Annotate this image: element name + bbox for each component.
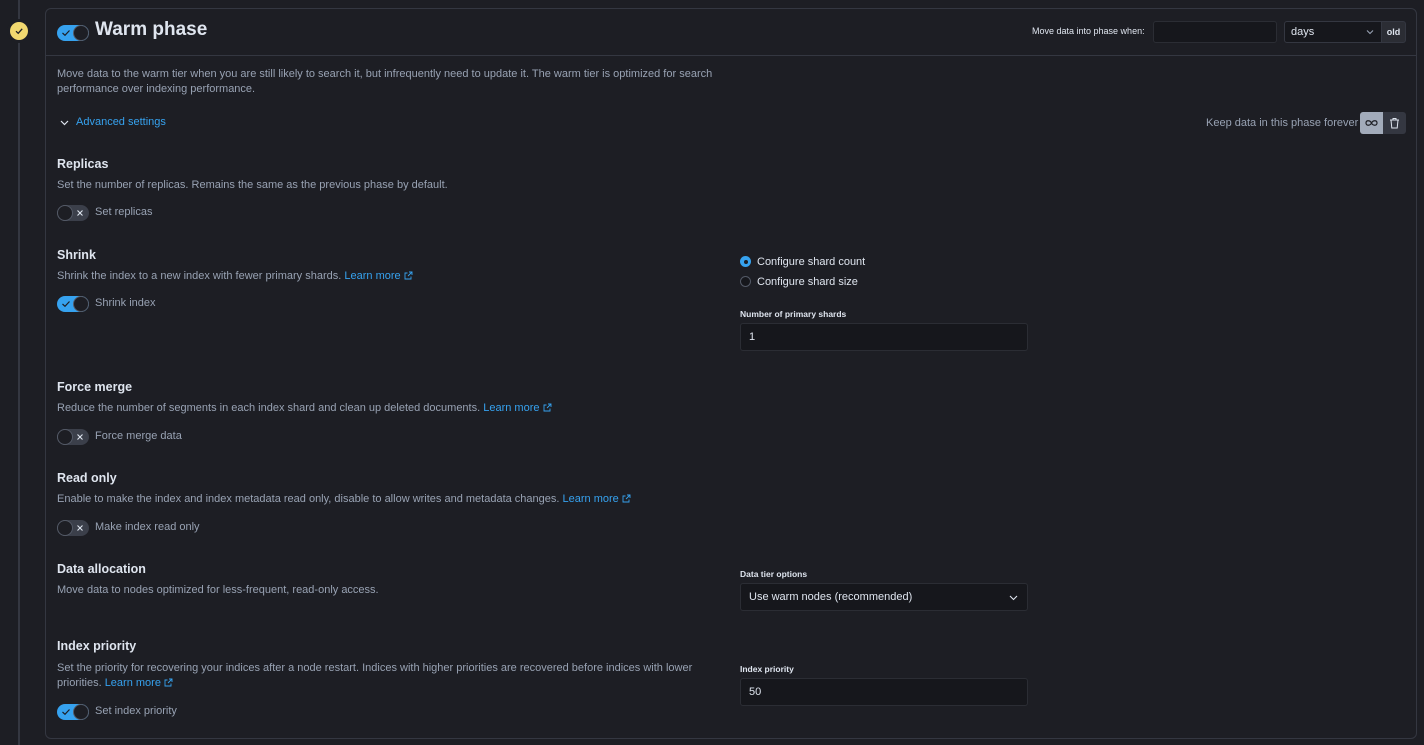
learn-more-text: Learn more: [104, 677, 161, 689]
move-data-label: Move data into phase when:: [1032, 26, 1145, 36]
learn-more-text: Learn more: [562, 493, 619, 505]
data-allocation-heading: Data allocation: [57, 562, 146, 576]
learn-more-text: Learn more: [483, 402, 540, 414]
shrink-switch-label: Shrink index: [95, 297, 156, 309]
data-allocation-description: Move data to nodes optimized for less-fr…: [57, 584, 379, 596]
delete-data-button[interactable]: [1383, 112, 1406, 134]
force-merge-description: Reduce the number of segments in each in…: [57, 402, 481, 414]
external-link-icon: [622, 494, 631, 503]
force-merge-learn-more-link[interactable]: Learn more: [483, 402, 551, 414]
check-icon: [15, 28, 23, 35]
index-priority-switch-label: Set index priority: [95, 705, 177, 717]
read-only-learn-more-link[interactable]: Learn more: [563, 493, 631, 505]
index-priority-label: Index priority: [740, 664, 794, 674]
shard-count-radio[interactable]: [740, 256, 751, 267]
close-icon: [77, 434, 83, 440]
index-priority-description-end: priorities.: [57, 677, 102, 689]
advanced-settings-toggle[interactable]: Advanced settings: [59, 116, 166, 128]
advanced-settings-label: Advanced settings: [76, 116, 166, 128]
replicas-switch[interactable]: [57, 205, 89, 221]
read-only-switch[interactable]: [57, 520, 89, 536]
shrink-learn-more-link[interactable]: Learn more: [344, 270, 413, 282]
data-tier-select[interactable]: Use warm nodes (recommended): [740, 583, 1028, 611]
age-unit-value: days: [1291, 26, 1315, 38]
force-merge-switch[interactable]: [57, 429, 89, 445]
chevron-down-icon: [60, 120, 69, 125]
force-merge-description-line: Reduce the number of segments in each in…: [57, 401, 552, 416]
replicas-switch-label: Set replicas: [95, 206, 153, 218]
primary-shards-input[interactable]: [740, 323, 1028, 351]
index-priority-switch[interactable]: [57, 704, 89, 720]
read-only-description-line: Enable to make the index and index metad…: [57, 492, 631, 507]
chevron-down-icon: [1009, 595, 1018, 601]
close-icon: [77, 210, 83, 216]
force-merge-switch-label: Force merge data: [95, 430, 182, 442]
index-priority-learn-more-link[interactable]: Learn more: [105, 677, 173, 689]
check-icon: [62, 30, 70, 37]
read-only-heading: Read only: [57, 471, 117, 485]
index-priority-input[interactable]: [740, 678, 1028, 706]
age-unit-select[interactable]: days: [1284, 21, 1382, 43]
replicas-description: Set the number of replicas. Remains the …: [57, 179, 448, 191]
index-priority-description: Set the priority for recovering your ind…: [57, 662, 693, 674]
infinity-icon: [1365, 120, 1378, 126]
shrink-description-line: Shrink the index to a new index with few…: [57, 269, 413, 284]
data-tier-value: Use warm nodes (recommended): [749, 591, 913, 603]
keep-forever-button-group: [1360, 112, 1406, 134]
force-merge-heading: Force merge: [57, 380, 133, 394]
phase-enable-switch[interactable]: [57, 25, 89, 41]
primary-shards-label: Number of primary shards: [740, 309, 847, 319]
replicas-heading: Replicas: [57, 157, 109, 171]
phase-status-badge: [10, 22, 28, 40]
close-icon: [77, 525, 83, 531]
warm-phase-panel: Warm phase Move data into phase when: da…: [45, 8, 1417, 739]
index-priority-description-block: Set the priority for recovering your ind…: [57, 661, 707, 691]
external-link-icon: [164, 678, 173, 687]
keep-forever-button[interactable]: [1360, 112, 1383, 134]
check-icon: [62, 709, 70, 716]
timeline-line: [18, 0, 20, 745]
read-only-description: Enable to make the index and index metad…: [57, 493, 560, 505]
shard-count-radio-label: Configure shard count: [757, 256, 866, 268]
shrink-switch[interactable]: [57, 296, 89, 312]
data-tier-label: Data tier options: [740, 569, 808, 579]
phase-age-input[interactable]: [1153, 21, 1277, 43]
trash-icon: [1390, 118, 1399, 129]
check-icon: [62, 301, 70, 308]
external-link-icon: [404, 271, 413, 280]
shard-size-radio[interactable]: [740, 276, 751, 287]
shrink-description: Shrink the index to a new index with few…: [57, 270, 342, 282]
shard-size-radio-label: Configure shard size: [757, 276, 858, 288]
index-priority-description-line2: priorities. Learn more: [57, 676, 707, 691]
age-append-label: old: [1381, 21, 1406, 43]
phase-description: Move data to the warm tier when you are …: [57, 68, 713, 95]
read-only-switch-label: Make index read only: [95, 521, 200, 533]
keep-forever-label: Keep data in this phase forever: [1206, 117, 1359, 129]
chevron-down-icon: [1366, 30, 1374, 35]
phase-title: Warm phase: [95, 19, 208, 40]
phase-header: Warm phase Move data into phase when: da…: [46, 9, 1416, 56]
index-priority-heading: Index priority: [57, 639, 137, 653]
external-link-icon: [543, 403, 551, 412]
learn-more-text: Learn more: [344, 270, 401, 282]
shrink-heading: Shrink: [57, 248, 96, 262]
